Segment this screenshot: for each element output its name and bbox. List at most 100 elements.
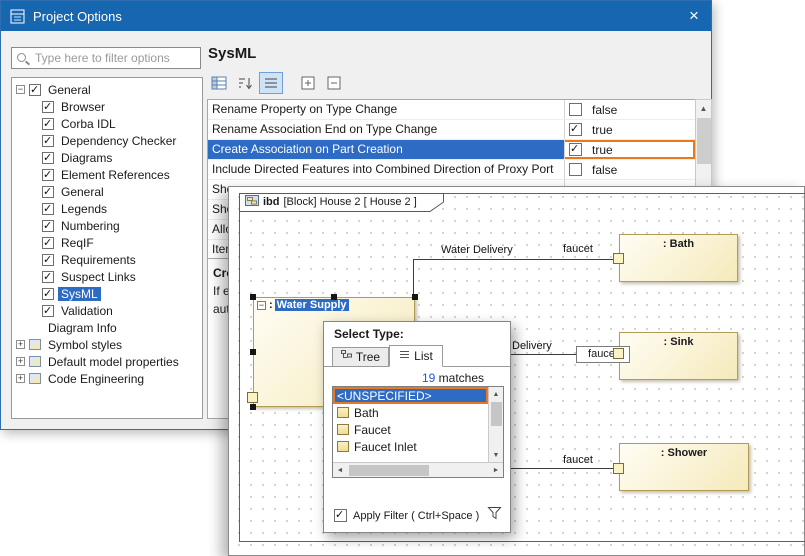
sort-alphabetically-button[interactable] [233, 72, 257, 94]
checkbox-icon[interactable] [42, 152, 54, 164]
tree-item-corba-idl[interactable]: Corba IDL [12, 115, 202, 132]
tree-item-browser[interactable]: Browser [12, 98, 202, 115]
port-label-faucet[interactable]: faucet [563, 454, 593, 466]
scrollbar-thumb[interactable] [491, 402, 502, 426]
tree-item-diagram-info[interactable]: Diagram Info [12, 319, 202, 336]
option-row[interactable]: Rename Property on Type Change false [208, 100, 695, 120]
suppress-compartment-icon[interactable]: − [257, 301, 266, 310]
scroll-left-icon[interactable]: ◄ [333, 463, 347, 477]
checkbox-icon[interactable] [569, 123, 582, 136]
port-water-supply[interactable] [247, 392, 258, 403]
tree-item-legends[interactable]: Legends [12, 200, 202, 217]
tree-item-reqif[interactable]: ReqIF [12, 234, 202, 251]
tree-item-dependency-checker[interactable]: Dependency Checker [12, 132, 202, 149]
expand-all-button[interactable] [296, 72, 320, 94]
connector-label[interactable]: Water Delivery [441, 244, 513, 256]
port-label-faucet[interactable]: faucet [563, 243, 593, 255]
checkbox-icon[interactable] [569, 143, 582, 156]
tree-item-validation[interactable]: Validation [12, 302, 202, 319]
part-bath[interactable]: : Bath [619, 234, 738, 282]
scroll-up-icon[interactable]: ▲ [696, 100, 711, 116]
option-name[interactable]: Rename Association End on Type Change [208, 120, 564, 139]
tree-item-element-references[interactable]: Element References [12, 166, 202, 183]
option-name[interactable]: Rename Property on Type Change [208, 100, 564, 119]
list-item-faucet[interactable]: Faucet [333, 421, 488, 438]
option-value-cell[interactable]: false [564, 100, 695, 119]
checkbox-icon[interactable] [42, 135, 54, 147]
tree-item-suspect-links[interactable]: Suspect Links [12, 268, 202, 285]
collapse-all-button[interactable] [322, 72, 346, 94]
list-item-unspecified[interactable]: <UNSPECIFIED> [333, 387, 488, 404]
option-name[interactable]: Include Directed Features into Combined … [208, 160, 564, 179]
list-item-faucet-inlet[interactable]: Faucet Inlet [333, 438, 488, 455]
checkbox-icon[interactable] [42, 101, 54, 113]
port-shower-faucet[interactable] [613, 463, 624, 474]
filter-options-input[interactable] [33, 49, 197, 67]
option-value-cell[interactable]: true [564, 140, 695, 159]
scroll-up-icon[interactable]: ▲ [489, 387, 503, 401]
part-name-edit[interactable]: : Water Supply [269, 299, 349, 311]
resize-handle[interactable] [250, 404, 256, 410]
checkbox-icon[interactable] [42, 237, 54, 249]
checkbox-icon[interactable] [42, 271, 54, 283]
checkbox-icon[interactable] [42, 169, 54, 181]
connector-water-delivery[interactable] [413, 259, 414, 298]
checkbox-icon[interactable] [42, 220, 54, 232]
dialog-titlebar[interactable]: Project Options × [1, 1, 711, 31]
port-sink-faucet[interactable] [613, 348, 624, 359]
part-shower[interactable]: : Shower [619, 443, 749, 491]
resize-handle[interactable] [331, 294, 337, 300]
checkbox-icon[interactable] [42, 186, 54, 198]
resize-handle[interactable] [250, 349, 256, 355]
port-bath-faucet[interactable] [613, 253, 624, 264]
tree-item-symbol-styles[interactable]: Symbol styles [12, 336, 202, 353]
list-horizontal-scrollbar[interactable]: ◄ ► [333, 462, 503, 477]
option-name[interactable]: Create Association on Part Creation [208, 140, 564, 159]
scroll-down-icon[interactable]: ▼ [489, 448, 503, 462]
option-value-cell[interactable]: false [564, 160, 695, 179]
resize-handle[interactable] [250, 294, 256, 300]
tree-item-sysml[interactable]: SysML [12, 285, 202, 302]
expand-icon[interactable] [16, 357, 25, 366]
filter-funnel-icon[interactable] [487, 506, 502, 520]
checkbox-icon[interactable] [569, 163, 582, 176]
tree-item-requirements[interactable]: Requirements [12, 251, 202, 268]
close-icon[interactable]: × [677, 1, 711, 31]
option-value-cell[interactable]: true [564, 120, 695, 139]
scrollbar-thumb[interactable] [349, 465, 429, 476]
tree-item-code-engineering[interactable]: Code Engineering [12, 370, 202, 387]
checkbox-icon[interactable] [42, 203, 54, 215]
tree-item-general[interactable]: General [12, 183, 202, 200]
checkbox-icon[interactable] [42, 254, 54, 266]
diagram-frame-header[interactable]: ibd [Block] House 2 [ House 2 ] [239, 193, 444, 212]
checkbox-icon[interactable] [29, 84, 41, 96]
scrollbar-thumb[interactable] [697, 118, 711, 164]
checkbox-icon[interactable] [569, 103, 582, 116]
option-row[interactable]: Rename Association End on Type Change tr… [208, 120, 695, 140]
categorized-view-button[interactable] [207, 72, 231, 94]
expand-icon[interactable] [16, 340, 25, 349]
list-item-bath[interactable]: Bath [333, 404, 488, 421]
scroll-right-icon[interactable]: ► [489, 463, 503, 477]
tree-item-numbering[interactable]: Numbering [12, 217, 202, 234]
expand-icon[interactable] [16, 374, 25, 383]
option-row-selected[interactable]: Create Association on Part Creation true [208, 140, 695, 160]
plain-list-view-button[interactable] [259, 72, 283, 94]
connector-label[interactable]: Delivery [512, 340, 552, 352]
resize-handle[interactable] [412, 294, 418, 300]
list-vertical-scrollbar[interactable]: ▲ ▼ [488, 387, 503, 462]
part-sink[interactable]: : Sink [619, 332, 738, 380]
checkbox-icon[interactable] [42, 288, 54, 300]
tree-item-general-root[interactable]: General [12, 81, 202, 98]
apply-filter-checkbox[interactable] [334, 509, 347, 522]
checkbox-icon[interactable] [42, 118, 54, 130]
connector-water-delivery[interactable] [413, 259, 614, 260]
option-row[interactable]: Include Directed Features into Combined … [208, 160, 695, 180]
tree-item-diagrams[interactable]: Diagrams [12, 149, 202, 166]
tab-tree[interactable]: Tree [332, 347, 389, 367]
tree-item-label: Suspect Links [58, 270, 139, 284]
checkbox-icon[interactable] [42, 305, 54, 317]
collapse-icon[interactable] [16, 85, 25, 94]
tree-item-default-model-properties[interactable]: Default model properties [12, 353, 202, 370]
tab-list[interactable]: List [389, 345, 443, 367]
